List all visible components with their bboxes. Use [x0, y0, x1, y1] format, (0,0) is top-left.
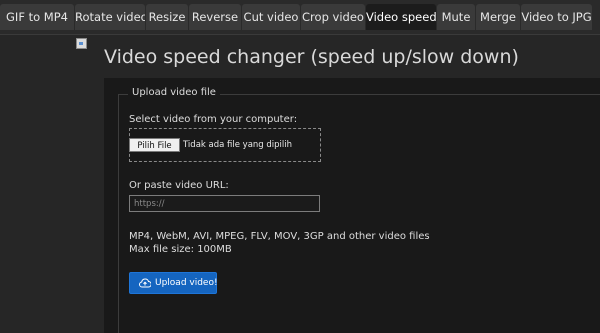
supported-formats-text: MP4, WebM, AVI, MPEG, FLV, MOV, 3GP and … — [129, 231, 430, 242]
tab-video-to-jpg[interactable]: Video to JPG — [521, 4, 592, 30]
tab-rotate-video[interactable]: Rotate video — [75, 4, 145, 30]
tab-crop-video[interactable]: Crop video — [301, 4, 365, 30]
file-status-text: Tidak ada file yang dipilih — [183, 140, 293, 150]
video-url-input[interactable] — [129, 195, 320, 212]
choose-file-button[interactable]: Pilih File — [129, 138, 180, 152]
upload-video-button[interactable]: Upload video! — [129, 272, 218, 294]
upload-video-label: Upload video! — [155, 278, 218, 288]
tab-cut-video[interactable]: Cut video — [242, 4, 300, 30]
tab-reverse[interactable]: Reverse — [189, 4, 241, 30]
tab-resize[interactable]: Resize — [146, 4, 188, 30]
page-title: Video speed changer (speed up/slow down) — [104, 46, 519, 68]
tab-mute[interactable]: Mute — [437, 4, 475, 30]
tab-video-speed[interactable]: Video speed — [366, 4, 436, 30]
max-file-size-text: Max file size: 100MB — [129, 244, 232, 255]
select-file-label: Select video from your computer: — [129, 114, 298, 125]
tool-tabs: GIF to MP4 Rotate video Resize Reverse C… — [0, 0, 600, 35]
page: GIF to MP4 Rotate video Resize Reverse C… — [0, 0, 600, 333]
upload-legend: Upload video file — [128, 87, 220, 98]
tab-gif-to-mp4[interactable]: GIF to MP4 — [0, 4, 74, 30]
url-label: Or paste video URL: — [129, 180, 229, 191]
cloud-upload-icon — [139, 278, 151, 288]
broken-image-icon — [76, 38, 87, 49]
tab-merge[interactable]: Merge — [476, 4, 520, 30]
